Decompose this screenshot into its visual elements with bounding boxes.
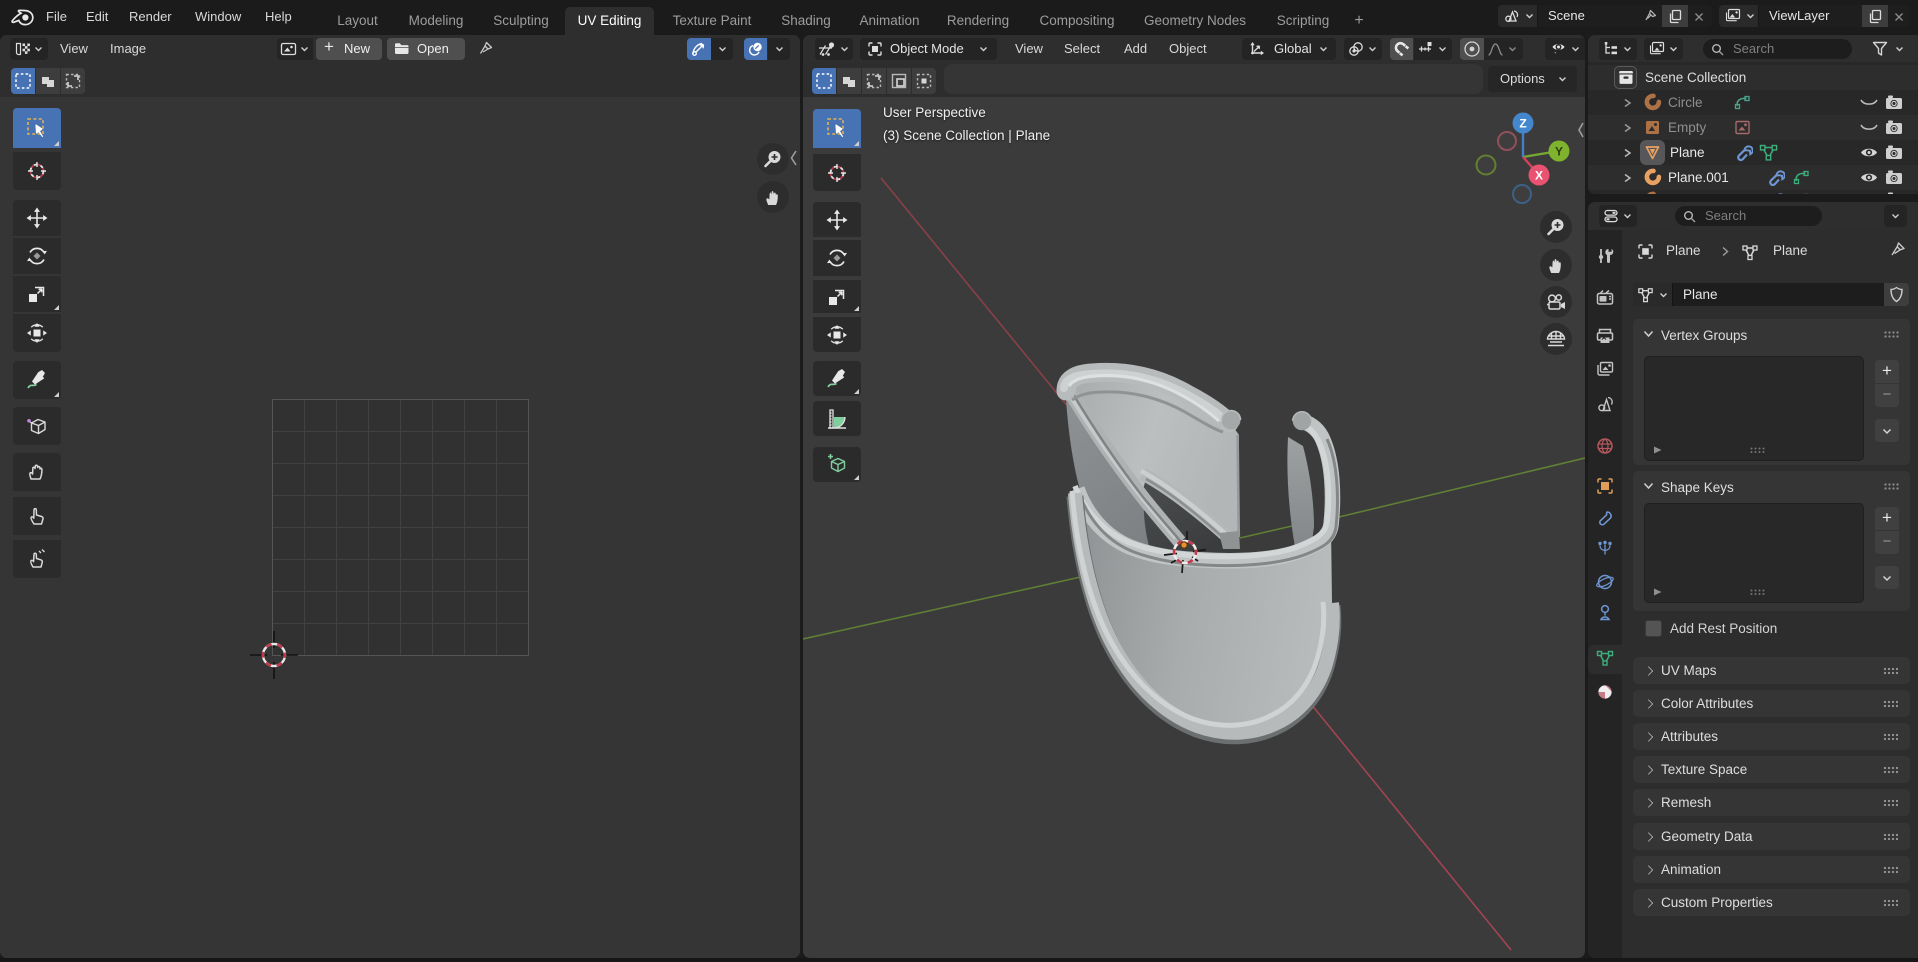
svg-text:X: X xyxy=(1535,169,1543,183)
svg-text:Y: Y xyxy=(1555,145,1563,159)
svg-text:Z: Z xyxy=(1519,117,1526,131)
